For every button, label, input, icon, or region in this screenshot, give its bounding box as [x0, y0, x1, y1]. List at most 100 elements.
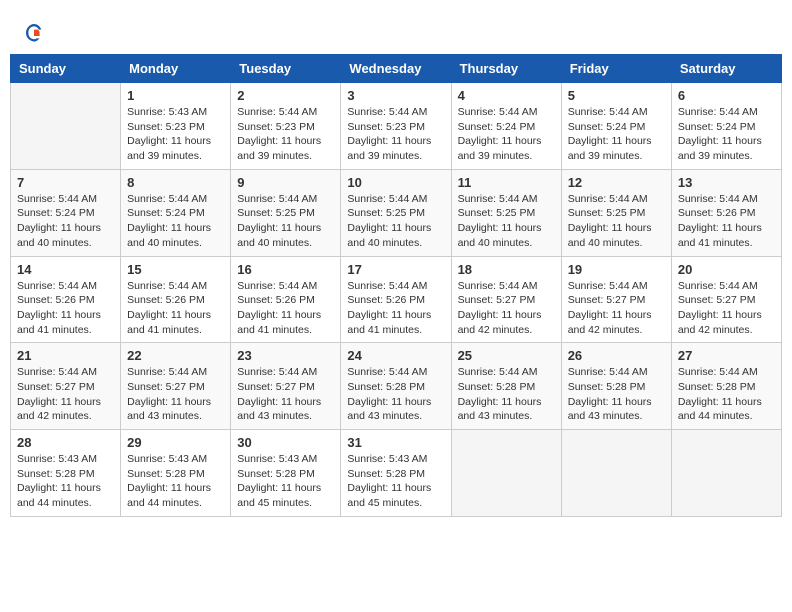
day-info: Sunrise: 5:44 AMSunset: 5:23 PMDaylight:… — [347, 105, 444, 164]
calendar-week-row: 1 Sunrise: 5:43 AMSunset: 5:23 PMDaylight… — [11, 83, 782, 170]
calendar-table: SundayMondayTuesdayWednesdayThursdayFrid… — [10, 54, 782, 517]
calendar-day-cell: 15Sunrise: 5:44 AMSunset: 5:26 PMDayligh… — [121, 256, 231, 343]
calendar-day-cell: 18 Sunrise: 5:44 AMSunset: 5:27 PMDayligh… — [451, 256, 561, 343]
calendar-day-cell — [11, 83, 121, 170]
day-number: 1 — [127, 88, 224, 103]
weekday-header: Sunday — [11, 55, 121, 83]
day-number: 8 — [127, 175, 224, 190]
day-number: 24 — [347, 348, 444, 363]
weekday-header: Tuesday — [231, 55, 341, 83]
calendar-day-cell: 31 Sunrise: 5:43 AMSunset: 5:28 PMDayligh… — [341, 430, 451, 517]
day-info: Sunrise: 5:44 AMSunset: 5:27 PMDaylight:… — [17, 365, 114, 424]
calendar-day-cell: 2 Sunrise: 5:44 AMSunset: 5:23 PMDaylight… — [231, 83, 341, 170]
calendar-day-cell: 20 Sunrise: 5:44 AMSunset: 5:27 PMDayligh… — [671, 256, 781, 343]
calendar-day-cell: 22 Sunrise: 5:44 AMSunset: 5:27 PMDayligh… — [121, 343, 231, 430]
day-info: Sunrise: 5:43 AMSunset: 5:28 PMDaylight:… — [127, 452, 224, 511]
calendar-day-cell: 25 Sunrise: 5:44 AMSunset: 5:28 PMDayligh… — [451, 343, 561, 430]
calendar-day-cell: 9 Sunrise: 5:44 AMSunset: 5:25 PMDaylight… — [231, 169, 341, 256]
day-number: 14 — [17, 262, 114, 277]
calendar-day-cell: 6 Sunrise: 5:44 AMSunset: 5:24 PMDaylight… — [671, 83, 781, 170]
day-number: 2 — [237, 88, 334, 103]
calendar-day-cell: 27 Sunrise: 5:44 AMSunset: 5:28 PMDayligh… — [671, 343, 781, 430]
calendar-day-cell: 17 Sunrise: 5:44 AMSunset: 5:26 PMDayligh… — [341, 256, 451, 343]
day-number: 25 — [458, 348, 555, 363]
day-number: 22 — [127, 348, 224, 363]
day-number: 29 — [127, 435, 224, 450]
calendar-day-cell: 3 Sunrise: 5:44 AMSunset: 5:23 PMDaylight… — [341, 83, 451, 170]
day-number: 20 — [678, 262, 775, 277]
day-info: Sunrise: 5:44 AMSunset: 5:26 PMDaylight:… — [678, 192, 775, 251]
calendar-day-cell: 16Sunrise: 5:44 AMSunset: 5:26 PMDayligh… — [231, 256, 341, 343]
day-info: Sunrise: 5:44 AMSunset: 5:27 PMDaylight:… — [678, 279, 775, 338]
day-info: Sunrise: 5:44 AMSunset: 5:24 PMDaylight:… — [678, 105, 775, 164]
day-info: Sunrise: 5:44 AMSunset: 5:26 PMDaylight:… — [347, 279, 444, 338]
day-number: 3 — [347, 88, 444, 103]
day-info: Sunrise: 5:44 AMSunset: 5:25 PMDaylight:… — [458, 192, 555, 251]
calendar-week-row: 21 Sunrise: 5:44 AMSunset: 5:27 PMDayligh… — [11, 343, 782, 430]
day-info: Sunrise: 5:44 AMSunset: 5:25 PMDaylight:… — [347, 192, 444, 251]
calendar-day-cell: 14 Sunrise: 5:44 AMSunset: 5:26 PMDayligh… — [11, 256, 121, 343]
weekday-header-row: SundayMondayTuesdayWednesdayThursdayFrid… — [11, 55, 782, 83]
day-info: Sunrise: 5:43 AMSunset: 5:28 PMDaylight:… — [347, 452, 444, 511]
day-info: Sunrise: 5:43 AMSunset: 5:23 PMDaylight:… — [127, 105, 224, 164]
day-number: 27 — [678, 348, 775, 363]
day-info: Sunrise: 5:44 AMSunset: 5:28 PMDaylight:… — [678, 365, 775, 424]
calendar-week-row: 7 Sunrise: 5:44 AMSunset: 5:24 PMDaylight… — [11, 169, 782, 256]
calendar-day-cell: 29 Sunrise: 5:43 AMSunset: 5:28 PMDayligh… — [121, 430, 231, 517]
day-number: 6 — [678, 88, 775, 103]
day-number: 31 — [347, 435, 444, 450]
calendar-day-cell: 13 Sunrise: 5:44 AMSunset: 5:26 PMDayligh… — [671, 169, 781, 256]
calendar-day-cell: 10Sunrise: 5:44 AMSunset: 5:25 PMDayligh… — [341, 169, 451, 256]
logo — [20, 20, 46, 44]
calendar-day-cell: 21 Sunrise: 5:44 AMSunset: 5:27 PMDayligh… — [11, 343, 121, 430]
calendar-day-cell: 30 Sunrise: 5:43 AMSunset: 5:28 PMDayligh… — [231, 430, 341, 517]
day-number: 17 — [347, 262, 444, 277]
day-number: 26 — [568, 348, 665, 363]
day-info: Sunrise: 5:44 AMSunset: 5:25 PMDaylight:… — [568, 192, 665, 251]
day-number: 4 — [458, 88, 555, 103]
calendar-week-row: 28 Sunrise: 5:43 AMSunset: 5:28 PMDayligh… — [11, 430, 782, 517]
logo-icon — [22, 20, 46, 44]
day-info: Sunrise: 5:43 AMSunset: 5:28 PMDaylight:… — [237, 452, 334, 511]
day-number: 5 — [568, 88, 665, 103]
calendar-day-cell: 12 Sunrise: 5:44 AMSunset: 5:25 PMDayligh… — [561, 169, 671, 256]
day-info: Sunrise: 5:44 AMSunset: 5:26 PMDaylight:… — [17, 279, 114, 338]
calendar-day-cell: 24 Sunrise: 5:44 AMSunset: 5:28 PMDayligh… — [341, 343, 451, 430]
day-info: Sunrise: 5:44 AMSunset: 5:25 PMDaylight:… — [237, 192, 334, 251]
calendar-day-cell — [451, 430, 561, 517]
day-info: Sunrise: 5:44 AMSunset: 5:27 PMDaylight:… — [568, 279, 665, 338]
page-header — [10, 10, 782, 49]
weekday-header: Wednesday — [341, 55, 451, 83]
day-number: 15 — [127, 262, 224, 277]
day-info: Sunrise: 5:44 AMSunset: 5:24 PMDaylight:… — [458, 105, 555, 164]
day-info: Sunrise: 5:44 AMSunset: 5:24 PMDaylight:… — [17, 192, 114, 251]
day-info: Sunrise: 5:44 AMSunset: 5:23 PMDaylight:… — [237, 105, 334, 164]
day-number: 30 — [237, 435, 334, 450]
calendar-day-cell: 4 Sunrise: 5:44 AMSunset: 5:24 PMDaylight… — [451, 83, 561, 170]
day-info: Sunrise: 5:44 AMSunset: 5:28 PMDaylight:… — [458, 365, 555, 424]
day-info: Sunrise: 5:44 AMSunset: 5:27 PMDaylight:… — [127, 365, 224, 424]
weekday-header: Friday — [561, 55, 671, 83]
day-number: 18 — [458, 262, 555, 277]
calendar-day-cell — [561, 430, 671, 517]
day-number: 7 — [17, 175, 114, 190]
day-number: 13 — [678, 175, 775, 190]
calendar-day-cell: 26 Sunrise: 5:44 AMSunset: 5:28 PMDayligh… — [561, 343, 671, 430]
day-number: 9 — [237, 175, 334, 190]
calendar-day-cell: 7 Sunrise: 5:44 AMSunset: 5:24 PMDaylight… — [11, 169, 121, 256]
day-info: Sunrise: 5:43 AMSunset: 5:28 PMDaylight:… — [17, 452, 114, 511]
day-number: 28 — [17, 435, 114, 450]
day-number: 12 — [568, 175, 665, 190]
calendar-day-cell: 1 Sunrise: 5:43 AMSunset: 5:23 PMDaylight… — [121, 83, 231, 170]
weekday-header: Saturday — [671, 55, 781, 83]
day-info: Sunrise: 5:44 AMSunset: 5:28 PMDaylight:… — [568, 365, 665, 424]
day-info: Sunrise: 5:44 AMSunset: 5:27 PMDaylight:… — [237, 365, 334, 424]
day-number: 11 — [458, 175, 555, 190]
calendar-day-cell: 11 Sunrise: 5:44 AMSunset: 5:25 PMDayligh… — [451, 169, 561, 256]
day-info: Sunrise: 5:44 AMSunset: 5:28 PMDaylight:… — [347, 365, 444, 424]
day-number: 21 — [17, 348, 114, 363]
day-number: 23 — [237, 348, 334, 363]
calendar-day-cell: 28 Sunrise: 5:43 AMSunset: 5:28 PMDayligh… — [11, 430, 121, 517]
calendar-day-cell: 23 Sunrise: 5:44 AMSunset: 5:27 PMDayligh… — [231, 343, 341, 430]
day-info: Sunrise: 5:44 AMSunset: 5:27 PMDaylight:… — [458, 279, 555, 338]
